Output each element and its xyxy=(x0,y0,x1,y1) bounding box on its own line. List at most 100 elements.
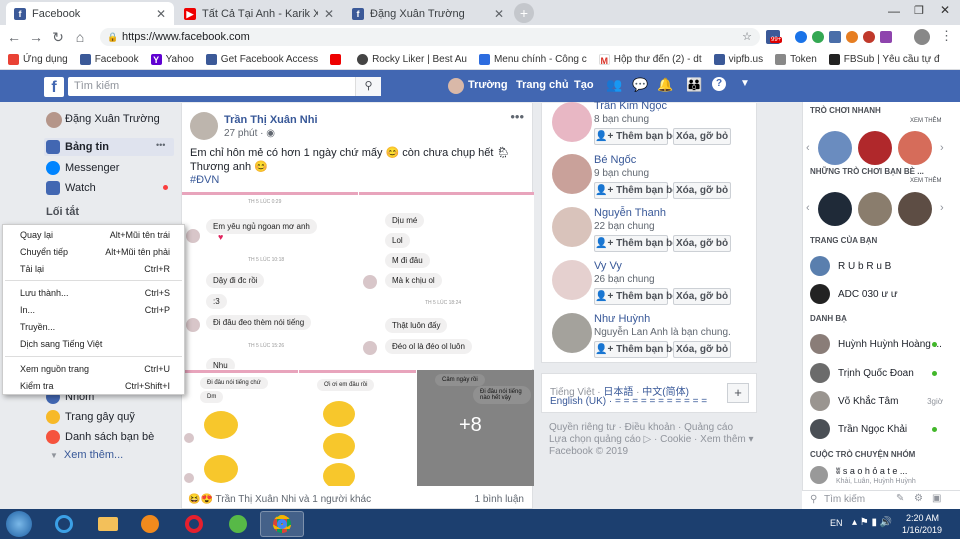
minimize-button[interactable]: — xyxy=(888,4,900,18)
extension-icon[interactable] xyxy=(846,31,858,43)
close-tab-icon[interactable]: ✕ xyxy=(150,7,166,21)
avatar[interactable] xyxy=(552,207,592,247)
bookmark-youtube[interactable] xyxy=(330,53,345,65)
menu-item-translate[interactable]: Dịch sang Tiếng Việt xyxy=(20,336,176,352)
sidebar-item-messenger[interactable]: Messenger xyxy=(46,161,119,175)
footer-link[interactable]: Điều khoản xyxy=(625,422,676,433)
bookmark-menu[interactable]: Menu chính - Công c xyxy=(478,53,587,65)
suggestion-name[interactable]: Trần Kim Ngọc xyxy=(594,100,667,112)
close-tab-icon[interactable]: ✕ xyxy=(318,7,334,21)
close-window-button[interactable]: ✕ xyxy=(940,3,950,17)
language-link[interactable]: English (UK) xyxy=(550,396,606,407)
bookmark-rocky[interactable]: Rocky Liker | Best Au xyxy=(357,53,467,65)
friend-requests-icon[interactable]: 👥 xyxy=(606,77,622,93)
taskbar-app-icon[interactable] xyxy=(218,511,258,537)
forward-icon[interactable]: → xyxy=(25,29,47,45)
notifications-icon[interactable]: 🔔 xyxy=(657,77,673,93)
menu-item-inspect[interactable]: Kiểm tra Ctrl+Shift+I xyxy=(20,378,176,394)
reactions-summary[interactable]: 😆😍 Trần Thị Xuân Nhi và 1 người khác xyxy=(188,494,371,505)
back-icon[interactable]: ← xyxy=(3,29,25,45)
taskbar-chrome-icon[interactable] xyxy=(260,511,304,537)
mutual-friends[interactable]: Nguyễn Lan Anh là bạn chung. xyxy=(594,327,754,338)
post-photo[interactable]: TH 5 LÚC 0:29 Em yêu ngủ ngoan mơ anh ♥ … xyxy=(182,192,358,369)
create-link[interactable]: Tạo xyxy=(574,79,594,91)
sidebar-item-watch[interactable]: Watch xyxy=(46,181,96,195)
add-friend-button[interactable]: 👤+ Thêm bạn bè xyxy=(594,128,678,145)
post-photo[interactable]: Dịu mé Lol M đi đâu Mà k chịu ol TH 5 LÚ… xyxy=(359,192,534,369)
footer-link[interactable]: Lựa chọn quảng cáo ▷ xyxy=(549,434,651,445)
clock-time[interactable]: 2:20 AM xyxy=(906,513,939,523)
extension-icon[interactable] xyxy=(829,31,841,43)
menu-item-print[interactable]: In... Ctrl+P xyxy=(20,302,176,318)
avatar[interactable] xyxy=(552,313,592,353)
tab-profile[interactable]: f Đặng Xuân Trường ✕ xyxy=(344,2,512,25)
game-icon[interactable] xyxy=(818,192,852,226)
bookmark-access[interactable]: Get Facebook Access xyxy=(205,53,318,65)
contact-item[interactable]: Trần Ngọc Khải xyxy=(810,418,945,440)
menu-item-cast[interactable]: Truyền... xyxy=(20,319,176,335)
bookmark-fbsub[interactable]: FBSub | Yêu cầu tự đ xyxy=(828,53,940,65)
page-item[interactable]: R U b R u B xyxy=(810,255,945,277)
tab-facebook[interactable]: f Facebook ✕ xyxy=(6,2,174,25)
chat-search-bar[interactable]: ⚲ Tìm kiếm ✎ ⚙ ▣ xyxy=(802,490,960,509)
home-icon[interactable]: ⌂ xyxy=(69,29,91,45)
tab-youtube[interactable]: ▶ Tất Cả Tại Anh - Karik X Emma | C ✕ xyxy=(176,2,342,25)
extension-icon[interactable] xyxy=(863,31,875,43)
suggestion-name[interactable]: Vy Vy xyxy=(594,260,622,272)
search-icon[interactable]: ⚲ xyxy=(355,77,381,96)
post-author[interactable]: Trần Thị Xuân Nhi xyxy=(224,114,318,126)
menu-item-back[interactable]: Quay lại Alt+Mũi tên trái xyxy=(20,227,176,243)
chrome-menu-icon[interactable]: ⋮ xyxy=(940,28,953,44)
suggestion-name[interactable]: Bé Ngốc xyxy=(594,154,636,166)
clock-date[interactable]: 1/16/2019 xyxy=(902,525,942,535)
footer-link[interactable]: Quảng cáo xyxy=(684,422,733,433)
see-more-link[interactable]: ▼ Xem thêm... xyxy=(50,449,123,461)
game-icon[interactable] xyxy=(818,131,852,165)
avatar[interactable] xyxy=(552,154,592,194)
maximize-button[interactable]: ❐ xyxy=(914,4,924,17)
menu-item-reload[interactable]: Tải lại Ctrl+R xyxy=(20,261,176,277)
chevron-left-icon[interactable]: ‹ xyxy=(806,202,810,214)
bookmark-vipfb[interactable]: vipfb.us xyxy=(713,53,763,65)
remove-button[interactable]: Xóa, gỡ bỏ xyxy=(673,182,731,199)
avatar[interactable] xyxy=(448,78,464,94)
see-more-link[interactable]: XEM THÊM xyxy=(910,118,942,124)
see-more-link[interactable]: XEM THÊM xyxy=(910,178,942,184)
post-hashtag[interactable]: #ĐVN xyxy=(190,174,219,186)
taskbar-ie-icon[interactable] xyxy=(44,511,84,537)
bookmark-gmail[interactable]: M Hộp thư đến (2) - dt xyxy=(598,53,702,66)
game-icon[interactable] xyxy=(858,192,892,226)
help-icon[interactable]: ? xyxy=(712,77,726,91)
mutual-friends[interactable]: 8 bạn chung xyxy=(594,114,649,125)
mutual-friends[interactable]: 9 bạn chung xyxy=(594,168,649,179)
remove-button[interactable]: Xóa, gỡ bỏ xyxy=(673,341,731,358)
sidebar-item-fundraisers[interactable]: Trang gây quỹ xyxy=(46,410,135,424)
add-friend-button[interactable]: 👤+ Thêm bạn bè xyxy=(594,288,678,305)
menu-item-view-source[interactable]: Xem nguồn trang Ctrl+U xyxy=(20,361,176,377)
taskbar-opera-icon[interactable] xyxy=(174,511,214,537)
menu-item-save-as[interactable]: Lưu thành... Ctrl+S xyxy=(20,285,176,301)
contact-item[interactable]: Trịnh Quốc Đoan xyxy=(810,362,945,384)
friends-icon[interactable]: 👪 xyxy=(686,77,702,93)
extension-icon[interactable] xyxy=(795,31,807,43)
tray-icons[interactable]: ▴ ⚑ ▮ 🔊 xyxy=(852,517,892,528)
address-bar[interactable]: 🔒 https://www.facebook.com ☆ xyxy=(100,28,760,46)
add-friend-button[interactable]: 👤+ Thêm bạn bè xyxy=(594,235,678,252)
avatar[interactable] xyxy=(190,112,218,140)
bookmark-apps[interactable]: Ứng dụng xyxy=(8,53,68,65)
chevron-right-icon[interactable]: › xyxy=(940,202,944,214)
avatar[interactable] xyxy=(552,260,592,300)
footer-link[interactable]: Cookie xyxy=(660,434,691,445)
remove-button[interactable]: Xóa, gỡ bỏ xyxy=(673,128,731,145)
game-icon[interactable] xyxy=(858,131,892,165)
mutual-friends[interactable]: 22 bạn chung xyxy=(594,221,655,232)
remove-button[interactable]: Xóa, gỡ bỏ xyxy=(673,288,731,305)
extension-icon[interactable] xyxy=(812,31,824,43)
contact-item[interactable]: Võ Khắc Tâm 3giờ xyxy=(810,390,945,412)
post-photo[interactable]: Ơi ơi em đâu rồi xyxy=(299,370,416,486)
add-language-button[interactable]: + xyxy=(727,383,749,403)
post-photo[interactable]: Đi đâu nói tiếng chứ Dm xyxy=(182,370,298,486)
suggestion-name[interactable]: Nguyễn Thanh xyxy=(594,207,666,219)
facebook-logo[interactable]: f xyxy=(44,77,64,97)
sidebar-toggle-icon[interactable]: ▣ xyxy=(932,493,941,504)
